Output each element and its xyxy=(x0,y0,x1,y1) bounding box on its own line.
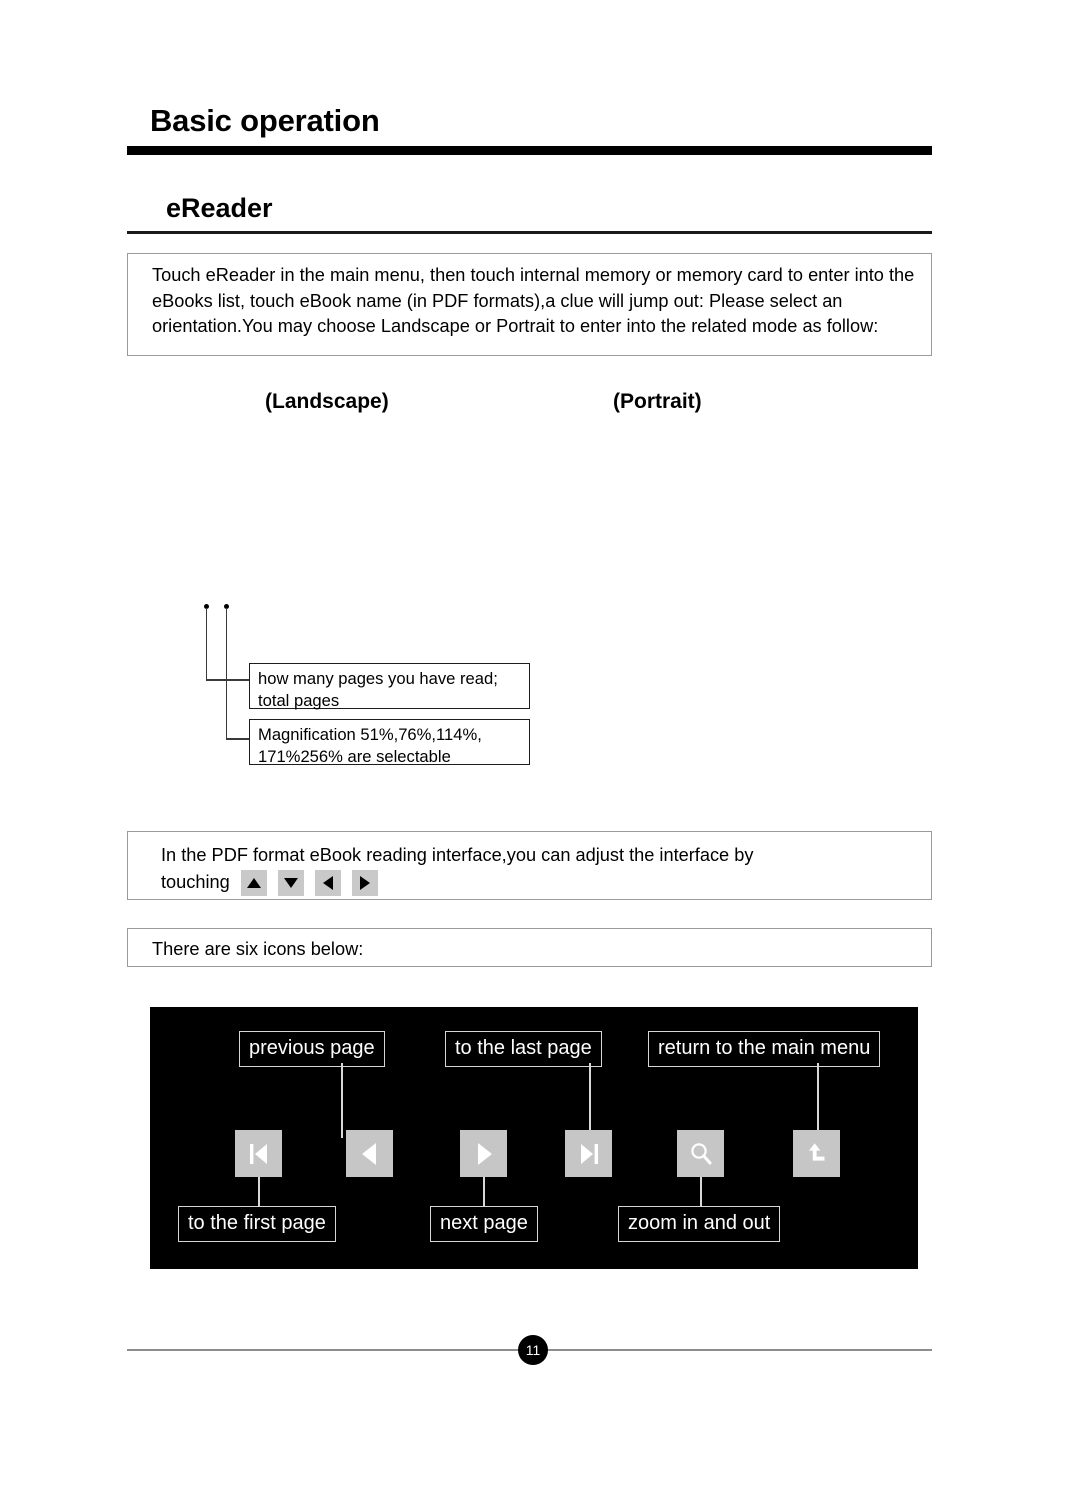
six-icons-note-box: There are six icons below: xyxy=(127,928,932,967)
section-divider xyxy=(127,231,932,234)
previous-page-icon[interactable] xyxy=(346,1130,393,1177)
connector-previous-page xyxy=(341,1063,343,1138)
callout-box-magnification: Magnification 51%,76%,114%, 171%256% are… xyxy=(249,719,530,766)
return-to-menu-icon[interactable] xyxy=(793,1130,840,1177)
callout-box-page-count: how many pages you have read; total page… xyxy=(249,663,530,710)
callout-zoom-line2: 171%256% are selectable xyxy=(258,747,451,766)
intro-note-text: Touch eReader in the main menu, then tou… xyxy=(152,265,915,336)
label-to-the-last-page: to the last page xyxy=(445,1031,602,1067)
landscape-caption: (Landscape) xyxy=(265,390,389,413)
chapter-divider xyxy=(127,146,932,155)
callout-zoom-line1: Magnification 51%,76%,114%, xyxy=(258,725,482,744)
chapter-title: Basic operation xyxy=(150,103,380,138)
next-page-icon[interactable] xyxy=(460,1130,507,1177)
callout-pages-line2: total pages xyxy=(258,691,340,710)
triangle-right-icon[interactable] xyxy=(351,869,378,896)
label-next-page: next page xyxy=(430,1206,538,1242)
label-previous-page: previous page xyxy=(239,1031,385,1067)
leader-line-zoom-horizontal xyxy=(225,738,251,740)
leader-line-pages-vertical xyxy=(205,608,207,679)
page-number-badge: 11 xyxy=(518,1335,548,1365)
last-page-icon[interactable] xyxy=(565,1130,612,1177)
six-icons-note-text: There are six icons below: xyxy=(152,939,364,959)
callout-pages-line1: how many pages you have read; xyxy=(258,669,498,688)
adjust-note-line2: touching xyxy=(161,869,919,896)
first-page-icon[interactable] xyxy=(235,1130,282,1177)
label-return-to-the-main-menu: return to the main menu xyxy=(648,1031,881,1067)
connector-to-the-last-page xyxy=(589,1063,591,1138)
label-to-the-first-page: to the first page xyxy=(178,1206,336,1242)
adjust-interface-note-box: In the PDF format eBook reading interfac… xyxy=(127,831,932,900)
adjust-note-touching-label: touching xyxy=(161,872,230,892)
leader-line-pages-horizontal xyxy=(205,679,251,681)
adjust-note-line1: In the PDF format eBook reading interfac… xyxy=(161,845,754,865)
triangle-left-icon[interactable] xyxy=(314,869,341,896)
intro-note-box: Touch eReader in the main menu, then tou… xyxy=(127,253,932,356)
triangle-up-icon[interactable] xyxy=(240,869,267,896)
icon-reference-panel: previous page to the last page return to… xyxy=(150,1007,918,1269)
label-zoom-in-and-out: zoom in and out xyxy=(618,1206,781,1242)
triangle-down-icon[interactable] xyxy=(277,869,304,896)
portrait-caption: (Portrait) xyxy=(613,390,702,413)
leader-line-zoom-vertical xyxy=(225,608,227,738)
document-page: Basic operation eReader Touch eReader in… xyxy=(0,0,1080,1489)
zoom-search-icon[interactable] xyxy=(677,1130,724,1177)
connector-return-to-the-main-menu xyxy=(817,1063,819,1138)
section-title: eReader xyxy=(166,193,273,223)
